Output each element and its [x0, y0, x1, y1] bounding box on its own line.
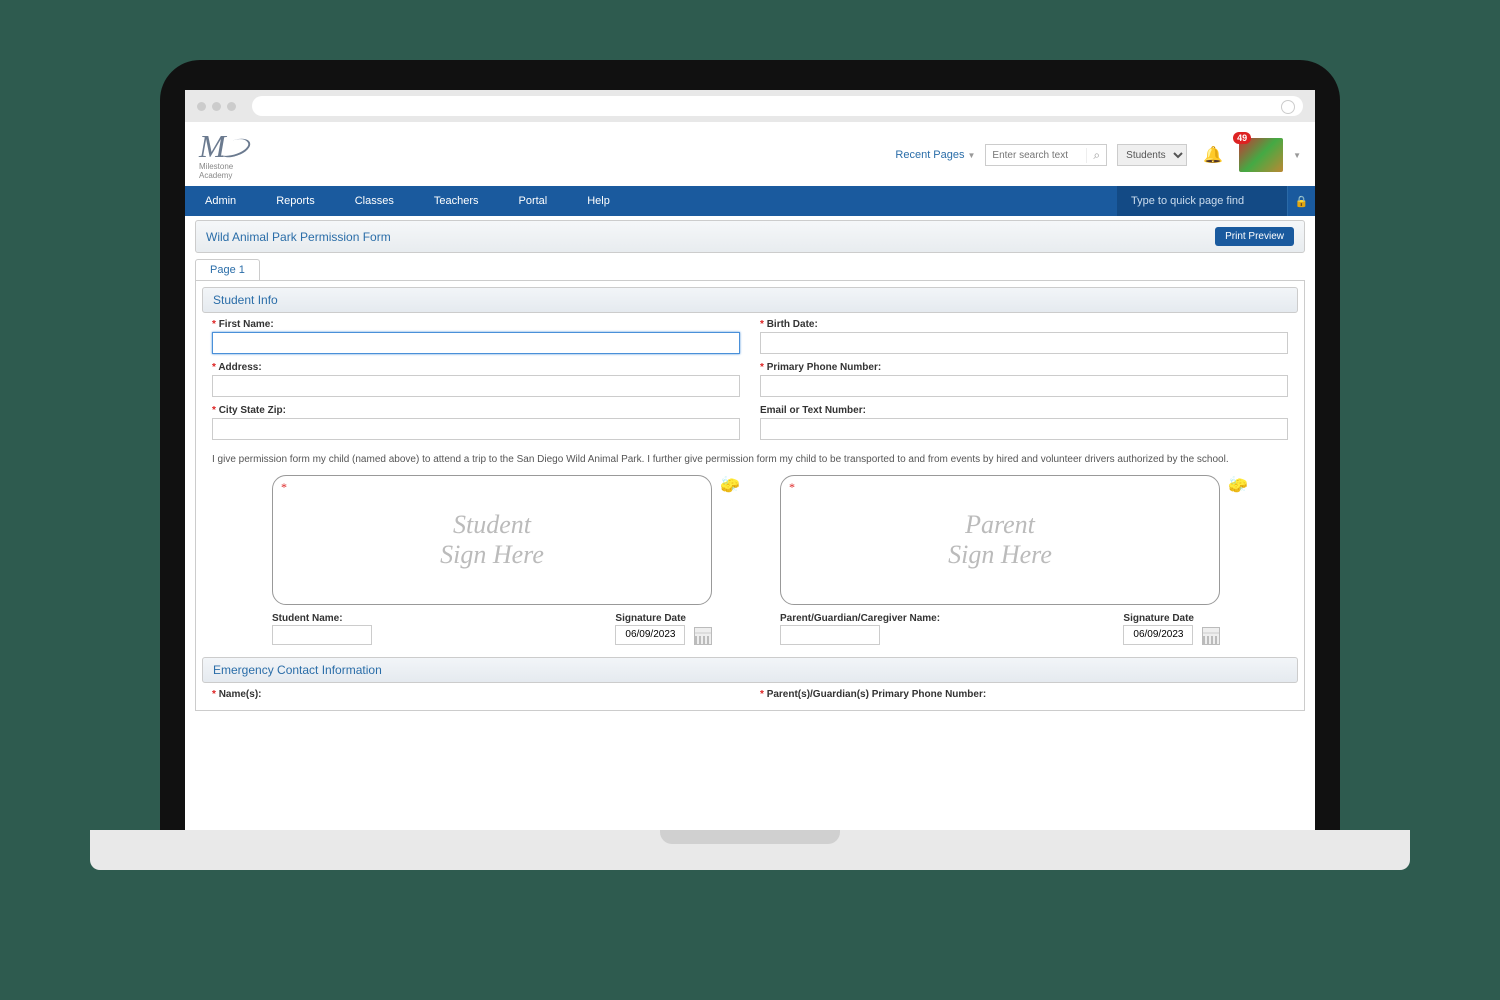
student-name-label: Student Name:: [272, 613, 372, 624]
address-input[interactable]: [212, 375, 740, 397]
logo-subtext: Milestone Academy: [199, 162, 259, 180]
address-label: * Address:: [212, 362, 740, 373]
nav-help[interactable]: Help: [567, 195, 630, 207]
email-input[interactable]: [760, 418, 1288, 440]
parent-signature-pad[interactable]: * Parent Sign Here: [780, 475, 1220, 605]
emergency-names-label: * Name(s):: [212, 689, 740, 700]
calendar-icon[interactable]: [694, 627, 712, 645]
chevron-down-icon: ▼: [968, 151, 976, 160]
chevron-down-icon[interactable]: ▼: [1293, 151, 1301, 160]
notifications-bell-icon[interactable]: 🔔: [1197, 145, 1229, 165]
eraser-icon[interactable]: 🧽: [1228, 475, 1248, 495]
parent-name-input[interactable]: [780, 625, 880, 645]
eraser-icon[interactable]: 🧽: [720, 475, 740, 495]
nav-admin[interactable]: Admin: [185, 195, 256, 207]
user-avatar[interactable]: 49: [1239, 138, 1283, 172]
permission-text: I give permission form my child (named a…: [202, 442, 1298, 471]
quick-page-find[interactable]: Type to quick page find: [1117, 186, 1287, 216]
browser-chrome: [185, 90, 1315, 122]
parent-name-label: Parent/Guardian/Caregiver Name:: [780, 613, 940, 624]
emergency-phone-label: * Parent(s)/Guardian(s) Primary Phone Nu…: [760, 689, 1288, 700]
main-nav: Admin Reports Classes Teachers Portal He…: [185, 186, 1315, 216]
search-input[interactable]: [986, 150, 1086, 161]
student-sig-date-input[interactable]: [615, 625, 685, 645]
nav-portal[interactable]: Portal: [498, 195, 567, 207]
page-title: Wild Animal Park Permission Form: [206, 230, 391, 244]
city-state-zip-input[interactable]: [212, 418, 740, 440]
signature-placeholder: Student: [453, 510, 531, 540]
window-dot: [227, 102, 236, 111]
phone-label: * Primary Phone Number:: [760, 362, 1288, 373]
window-dot: [197, 102, 206, 111]
app-logo: M Milestone Academy: [199, 130, 259, 180]
signature-placeholder: Sign Here: [948, 540, 1052, 570]
birth-date-input[interactable]: [760, 332, 1288, 354]
city-state-zip-label: * City State Zip:: [212, 405, 740, 416]
section-emergency: Emergency Contact Information: [202, 657, 1298, 683]
recent-pages-label: Recent Pages: [895, 149, 964, 161]
signature-placeholder: Sign Here: [440, 540, 544, 570]
nav-reports[interactable]: Reports: [256, 195, 335, 207]
search-box[interactable]: ⌕: [985, 144, 1107, 166]
url-bar[interactable]: [252, 96, 1303, 116]
notification-badge: 49: [1233, 132, 1251, 144]
nav-classes[interactable]: Classes: [335, 195, 414, 207]
tab-page-1[interactable]: Page 1: [195, 259, 260, 280]
window-dot: [212, 102, 221, 111]
lock-icon[interactable]: 🔒: [1287, 186, 1315, 216]
phone-input[interactable]: [760, 375, 1288, 397]
signature-placeholder: Parent: [965, 510, 1035, 540]
parent-sig-date-input[interactable]: [1123, 625, 1193, 645]
search-icon[interactable]: ⌕: [1086, 148, 1106, 163]
recent-pages-dropdown[interactable]: Recent Pages ▼: [895, 149, 975, 161]
student-signature-pad[interactable]: * Student Sign Here: [272, 475, 712, 605]
nav-teachers[interactable]: Teachers: [414, 195, 499, 207]
scope-select[interactable]: Students: [1117, 144, 1187, 166]
student-sig-date-label: Signature Date: [615, 613, 686, 624]
section-student-info: Student Info: [202, 287, 1298, 313]
email-label: Email or Text Number:: [760, 405, 1288, 416]
student-name-input[interactable]: [272, 625, 372, 645]
first-name-input[interactable]: [212, 332, 740, 354]
parent-sig-date-label: Signature Date: [1123, 613, 1194, 624]
calendar-icon[interactable]: [1202, 627, 1220, 645]
print-preview-button[interactable]: Print Preview: [1215, 227, 1294, 246]
first-name-label: * First Name:: [212, 319, 740, 330]
birth-date-label: * Birth Date:: [760, 319, 1288, 330]
